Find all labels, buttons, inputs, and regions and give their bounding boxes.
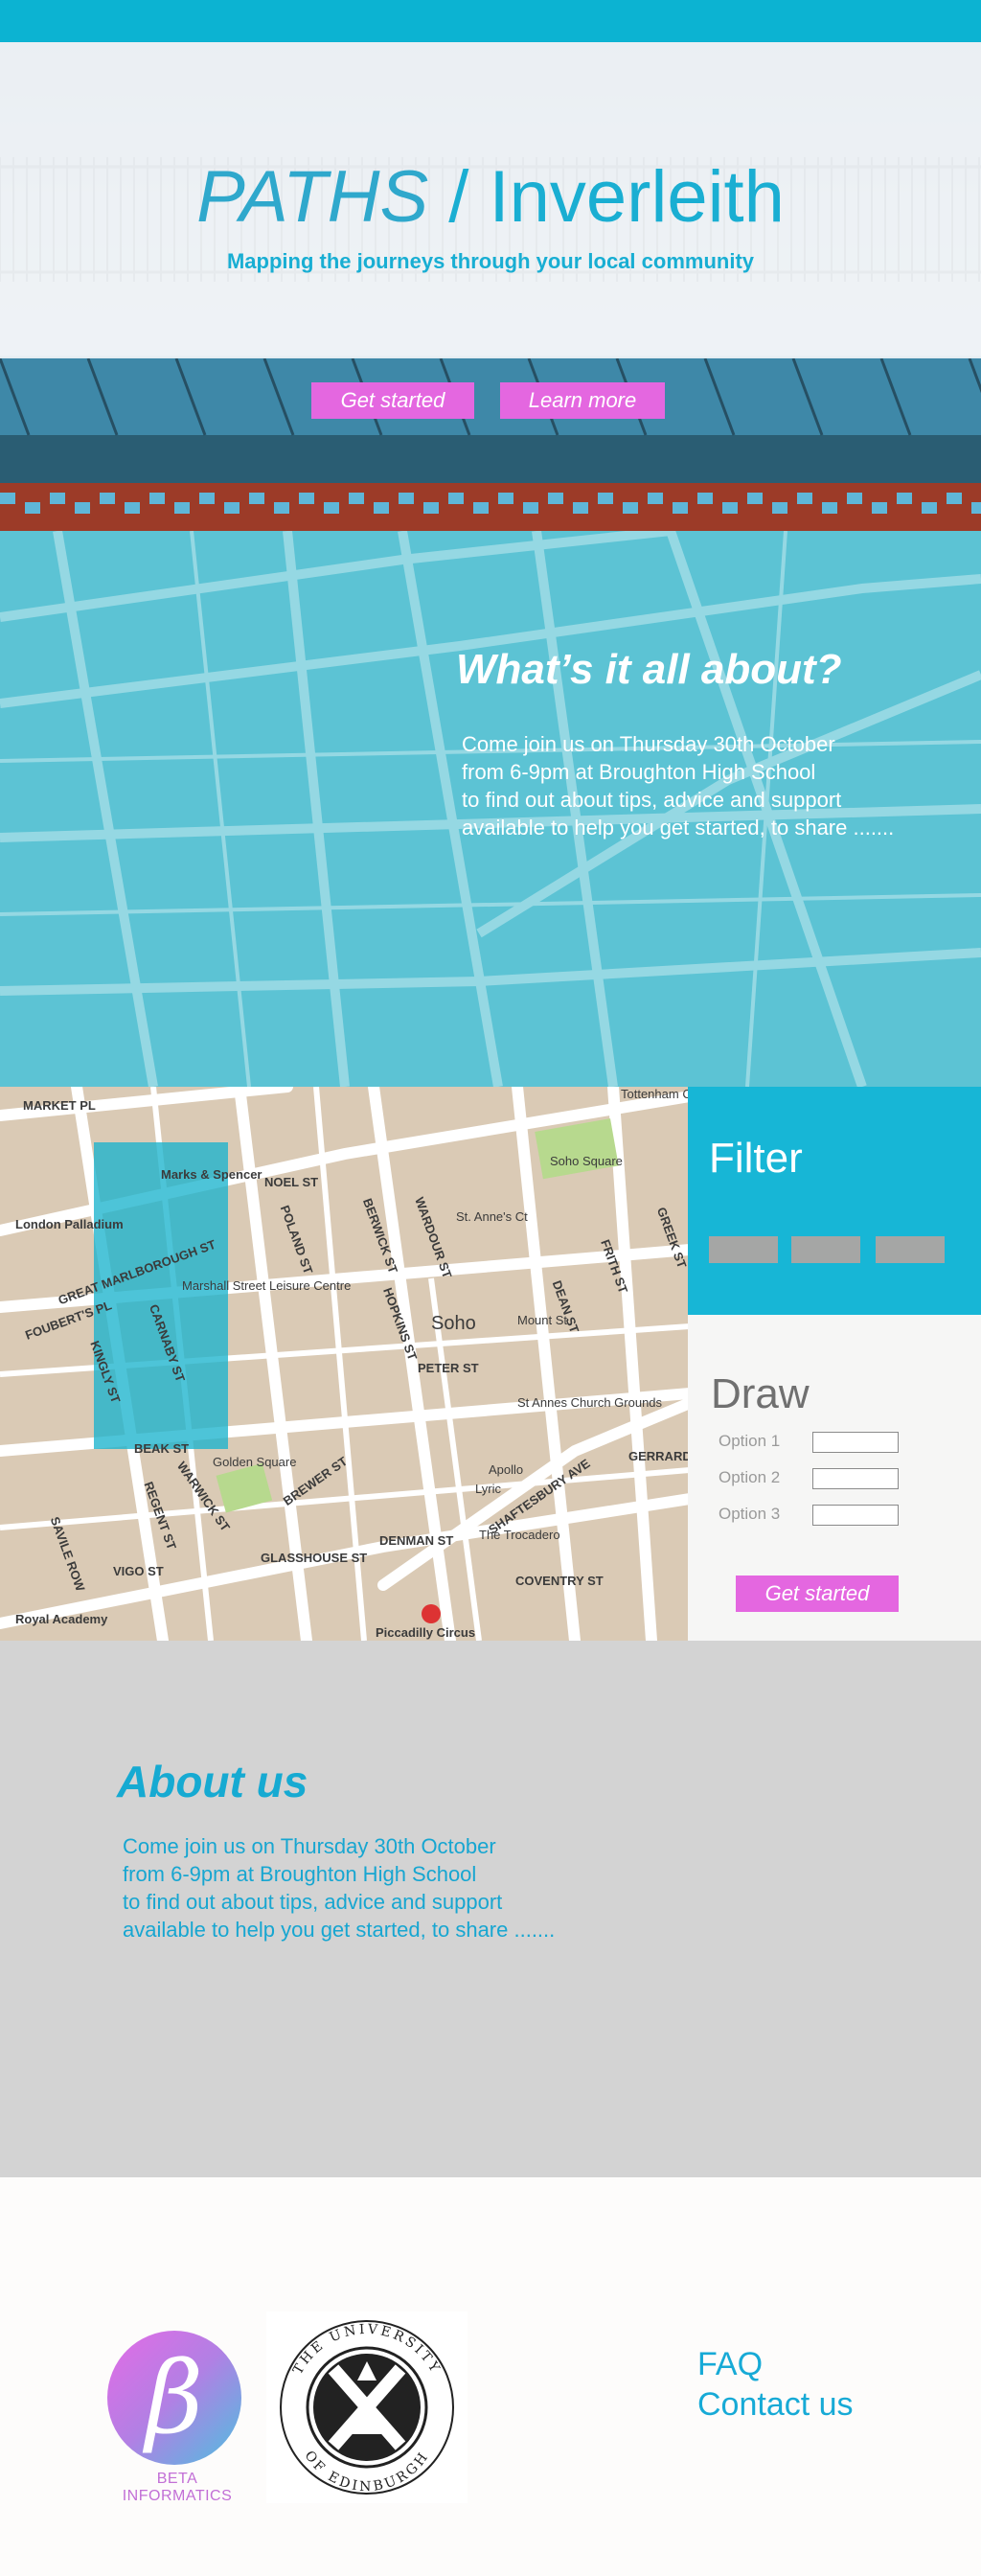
map-label: Lyric — [475, 1482, 501, 1496]
whats-line: Come join us on Thursday 30th October — [462, 732, 835, 756]
map-label: Royal Academy — [15, 1612, 108, 1626]
hero-title: PATHS / Inverleith — [0, 155, 981, 239]
beta-informatics-logo: β — [107, 2331, 241, 2465]
map-label: COVENTRY ST — [515, 1574, 604, 1588]
map-label: St Annes Church Grounds — [517, 1395, 663, 1410]
about-body: Come join us on Thursday 30th October fr… — [123, 1832, 659, 1944]
map-label: The Trocadero — [479, 1528, 560, 1542]
draw-option-label: Option 3 — [719, 1505, 781, 1523]
faq-link[interactable]: FAQ — [697, 2346, 763, 2383]
draw-option-input[interactable] — [812, 1468, 899, 1489]
map-label: NOEL ST — [264, 1175, 319, 1189]
map-label: Tottenham Court Road — [621, 1087, 688, 1101]
map-label: VIGO ST — [113, 1564, 164, 1578]
whats-line: available to help you get started, to sh… — [462, 816, 895, 840]
hero-title-paths: PATHS — [196, 156, 429, 238]
whats-body: Come join us on Thursday 30th October fr… — [462, 730, 922, 841]
draw-option-label: Option 1 — [719, 1432, 781, 1450]
map-label: GERRARD ST — [628, 1449, 688, 1463]
draw-option-input[interactable] — [812, 1432, 899, 1453]
university-of-edinburgh-seal: THE UNIVERSITY OF EDINBURGH — [266, 2312, 468, 2503]
beta-informatics-text: BETA INFORMATICS — [122, 2471, 233, 2504]
map-label: London Palladium — [15, 1217, 124, 1231]
whats-line: to find out about tips, advice and suppo… — [462, 788, 842, 812]
footer: β BETA INFORMATICS THE UNIVERSITY OF EDI… — [0, 2177, 981, 2576]
map-view[interactable]: MARKET PL Marks & Spencer NOEL ST London… — [0, 1087, 688, 1641]
hero-title-place: / Inverleith — [428, 156, 785, 238]
about-title: About us — [117, 1757, 308, 1806]
map-label: Golden Square — [213, 1455, 297, 1469]
get-started-button[interactable]: Get started — [311, 382, 474, 419]
map-label: DENMAN ST — [379, 1533, 454, 1548]
hero-section: PATHS / Inverleith Mapping the journeys … — [0, 42, 981, 531]
map-label: Mount St — [517, 1313, 568, 1327]
about-us-section: About us Come join us on Thursday 30th O… — [0, 1641, 981, 2177]
pavement-image — [0, 358, 981, 531]
filter-panel: Filter — [688, 1087, 981, 1315]
draw-title: Draw — [711, 1370, 810, 1417]
map-label: Marks & Spencer — [161, 1167, 262, 1182]
map-label: Soho — [431, 1313, 476, 1334]
filter-chip[interactable] — [791, 1236, 860, 1263]
about-line: Come join us on Thursday 30th October — [123, 1834, 496, 1858]
map-label: PETER ST — [418, 1361, 479, 1375]
map-label: Apollo — [489, 1462, 524, 1477]
top-bar — [0, 0, 981, 42]
map-label: Marshall Street Leisure Centre — [182, 1278, 352, 1293]
map-label: Soho Square — [550, 1154, 623, 1168]
draw-panel: Draw Option 1 Option 2 Option 3 Get star… — [688, 1315, 981, 1641]
map-label: Piccadilly Circus — [376, 1625, 476, 1640]
filter-chip[interactable] — [709, 1236, 778, 1263]
learn-more-button[interactable]: Learn more — [500, 382, 665, 419]
draw-get-started-button[interactable]: Get started — [736, 1576, 899, 1612]
filter-title: Filter — [709, 1135, 803, 1182]
whats-line: from 6-9pm at Broughton High School — [462, 760, 816, 784]
about-line: available to help you get started, to sh… — [123, 1918, 556, 1942]
draw-option-input[interactable] — [812, 1505, 899, 1526]
draw-option-label: Option 2 — [719, 1468, 781, 1486]
whats-it-about-section: What’s it all about? Come join us on Thu… — [0, 531, 981, 1087]
about-line: to find out about tips, advice and suppo… — [123, 1890, 503, 1914]
whats-title: What’s it all about? — [456, 646, 842, 693]
contact-us-link[interactable]: Contact us — [697, 2386, 854, 2424]
map-label: GLASSHOUSE ST — [261, 1551, 368, 1565]
map-label: BEAK ST — [134, 1441, 190, 1456]
hero-subtitle: Mapping the journeys through your local … — [226, 249, 755, 273]
filter-chip[interactable] — [876, 1236, 945, 1263]
about-line: from 6-9pm at Broughton High School — [123, 1862, 477, 1886]
map-label: St. Anne's Ct — [456, 1209, 528, 1224]
map-label: MARKET PL — [23, 1098, 96, 1113]
